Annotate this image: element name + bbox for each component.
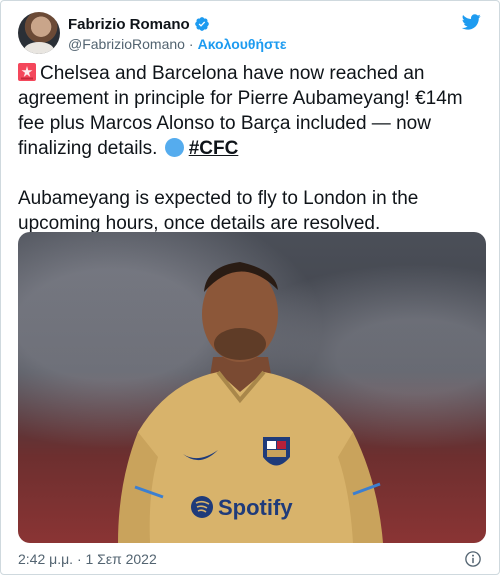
info-icon[interactable] <box>464 550 482 568</box>
handle-row: @FabrizioRomano · Ακολουθήστε <box>68 34 287 54</box>
blue-circle-emoji-icon <box>164 138 184 157</box>
tweet-footer: 2:42 μ.μ. · 1 Σεπ 2022 <box>18 549 482 569</box>
tweet-card: Fabrizio Romano @FabrizioRomano · Ακολου… <box>0 0 500 575</box>
verified-badge-icon <box>194 17 209 31</box>
author-display-name[interactable]: Fabrizio Romano <box>68 16 190 33</box>
author-block: Fabrizio Romano @FabrizioRomano · Ακολου… <box>68 14 287 54</box>
author-handle[interactable]: @FabrizioRomano <box>68 36 185 52</box>
tweet-header: Fabrizio Romano @FabrizioRomano · Ακολου… <box>18 12 482 56</box>
follow-button[interactable]: Ακολουθήστε <box>198 36 287 52</box>
avatar[interactable] <box>18 12 60 54</box>
shirt-sponsor-text: Spotify <box>218 495 293 520</box>
tweet-timestamp[interactable]: 2:42 μ.μ. · 1 Σεπ 2022 <box>18 551 157 567</box>
tweet-photo[interactable]: Spotify <box>18 232 486 543</box>
hashtag-link[interactable]: #CFC <box>189 138 239 159</box>
twitter-bird-icon[interactable] <box>460 12 482 32</box>
tweet-paragraph-2: Aubameyang is expected to fly to London … <box>18 188 419 234</box>
rotating-light-emoji-icon <box>18 63 36 81</box>
separator-dot: · <box>188 36 194 52</box>
name-row: Fabrizio Romano <box>68 14 287 34</box>
tweet-text: Chelsea and Barcelona have now reached a… <box>18 61 488 236</box>
tweet-paragraph-1-text: Chelsea and Barcelona have now reached a… <box>18 63 463 159</box>
tweet-paragraph-1: Chelsea and Barcelona have now reached a… <box>18 61 488 161</box>
player-illustration: Spotify <box>118 262 383 543</box>
